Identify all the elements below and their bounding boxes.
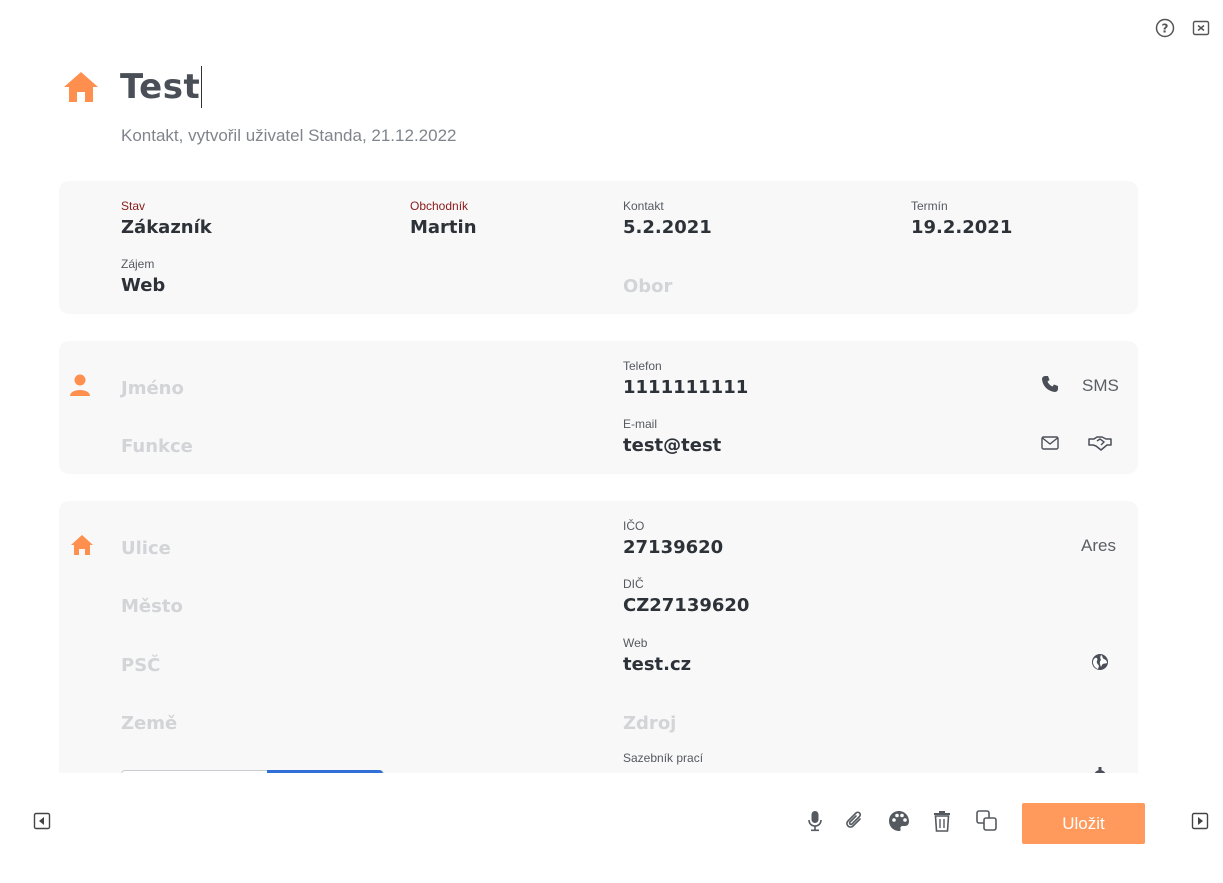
company-card: Ulice Město PSČ Země IČO 27139620 DIČ CZ… [59, 501, 1138, 773]
contact-detail-page: ? Test Kontakt, vytvořil uživatel Standa… [0, 0, 1223, 883]
microphone-icon[interactable] [803, 809, 827, 833]
person-icon [70, 374, 90, 396]
dic-field[interactable]: DIČ CZ27139620 [623, 577, 749, 618]
psc-field[interactable]: PSČ [121, 654, 160, 678]
summary-card: Stav Zákazník Obchodník Martin Kontakt 5… [59, 181, 1138, 314]
home-icon [64, 72, 98, 102]
zajem-label: Zájem [121, 257, 155, 271]
zajem-field[interactable]: Zájem Web [121, 257, 165, 298]
email-field[interactable]: E-mail test@test [623, 417, 721, 458]
termin-value: 19.2.2021 [911, 217, 1013, 238]
web-label: Web [623, 636, 648, 650]
stav-label: Stav [121, 199, 146, 213]
funkce-field[interactable]: Funkce [121, 435, 193, 459]
kontakt-label: Kontakt [623, 199, 664, 213]
prev-arrow-icon[interactable] [30, 809, 54, 833]
dic-value: CZ27139620 [623, 595, 750, 616]
obor-field[interactable]: Obor [623, 275, 672, 299]
next-arrow-icon[interactable] [1188, 809, 1212, 833]
zdroj-field[interactable]: Zdroj [623, 712, 676, 736]
home-icon [71, 535, 93, 555]
ico-value: 27139620 [623, 537, 724, 558]
web-value: test.cz [623, 654, 692, 675]
page-title[interactable]: Test [120, 67, 200, 107]
telefon-label: Telefon [623, 359, 662, 373]
dic-label: DIČ [623, 577, 644, 591]
ico-field[interactable]: IČO 27139620 [623, 519, 723, 560]
window-controls: ? [1155, 18, 1211, 38]
ulice-field[interactable]: Ulice [121, 537, 171, 561]
kontakt-field[interactable]: Kontakt 5.2.2021 [623, 199, 712, 240]
zajem-value: Web [121, 275, 166, 296]
duplicate-icon[interactable] [975, 809, 999, 833]
gear-icon[interactable] [1091, 767, 1109, 773]
paperclip-icon[interactable] [843, 809, 867, 833]
sazebnik-label: Sazebník prací [623, 751, 704, 765]
svg-text:?: ? [1162, 22, 1169, 36]
termin-field[interactable]: Termín 19.2.2021 [911, 199, 1012, 240]
web-field[interactable]: Web test.cz [623, 636, 691, 677]
termin-label: Termín [911, 199, 948, 213]
bottom-toolbar: Uložit [0, 800, 1223, 844]
person-card: Jméno Funkce Telefon 1111111111 E-mail t… [59, 341, 1138, 474]
phone-icon[interactable] [1041, 375, 1059, 393]
trash-icon[interactable] [930, 809, 954, 833]
mesto-field[interactable]: Město [121, 595, 183, 619]
telefon-field[interactable]: Telefon 1111111111 [623, 359, 748, 400]
text-caret [201, 66, 203, 108]
ares-button[interactable]: Ares [1081, 536, 1116, 556]
globe-icon[interactable] [1091, 653, 1109, 671]
page-header: Test [62, 66, 203, 108]
close-icon[interactable] [1191, 18, 1211, 38]
stav-value: Zákazník [121, 217, 212, 238]
email-label: E-mail [623, 417, 658, 431]
select-highlight [267, 770, 383, 773]
kontakt-value: 5.2.2021 [623, 217, 712, 238]
stav-field[interactable]: Stav Zákazník [121, 199, 212, 240]
page-subtitle: Kontakt, vytvořil uživatel Standa, 21.12… [121, 126, 457, 145]
ico-label: IČO [623, 519, 645, 533]
help-icon[interactable]: ? [1155, 18, 1175, 38]
handshake-icon[interactable] [1088, 435, 1112, 451]
obchodnik-field[interactable]: Obchodník Martin [410, 199, 477, 240]
sms-button[interactable]: SMS [1082, 376, 1119, 396]
jmeno-field[interactable]: Jméno [121, 377, 184, 401]
obchodnik-value: Martin [410, 217, 477, 238]
sazebnik-field[interactable]: Sazebník prací [623, 751, 703, 765]
zeme-field[interactable]: Země [121, 712, 177, 736]
save-button[interactable]: Uložit [1022, 803, 1145, 844]
telefon-value: 1111111111 [623, 377, 749, 398]
obchodnik-label: Obchodník [410, 199, 469, 213]
palette-icon[interactable] [887, 809, 911, 833]
email-value: test@test [623, 435, 722, 456]
sazebnik-select[interactable] [121, 770, 384, 773]
envelope-icon[interactable] [1041, 435, 1059, 451]
